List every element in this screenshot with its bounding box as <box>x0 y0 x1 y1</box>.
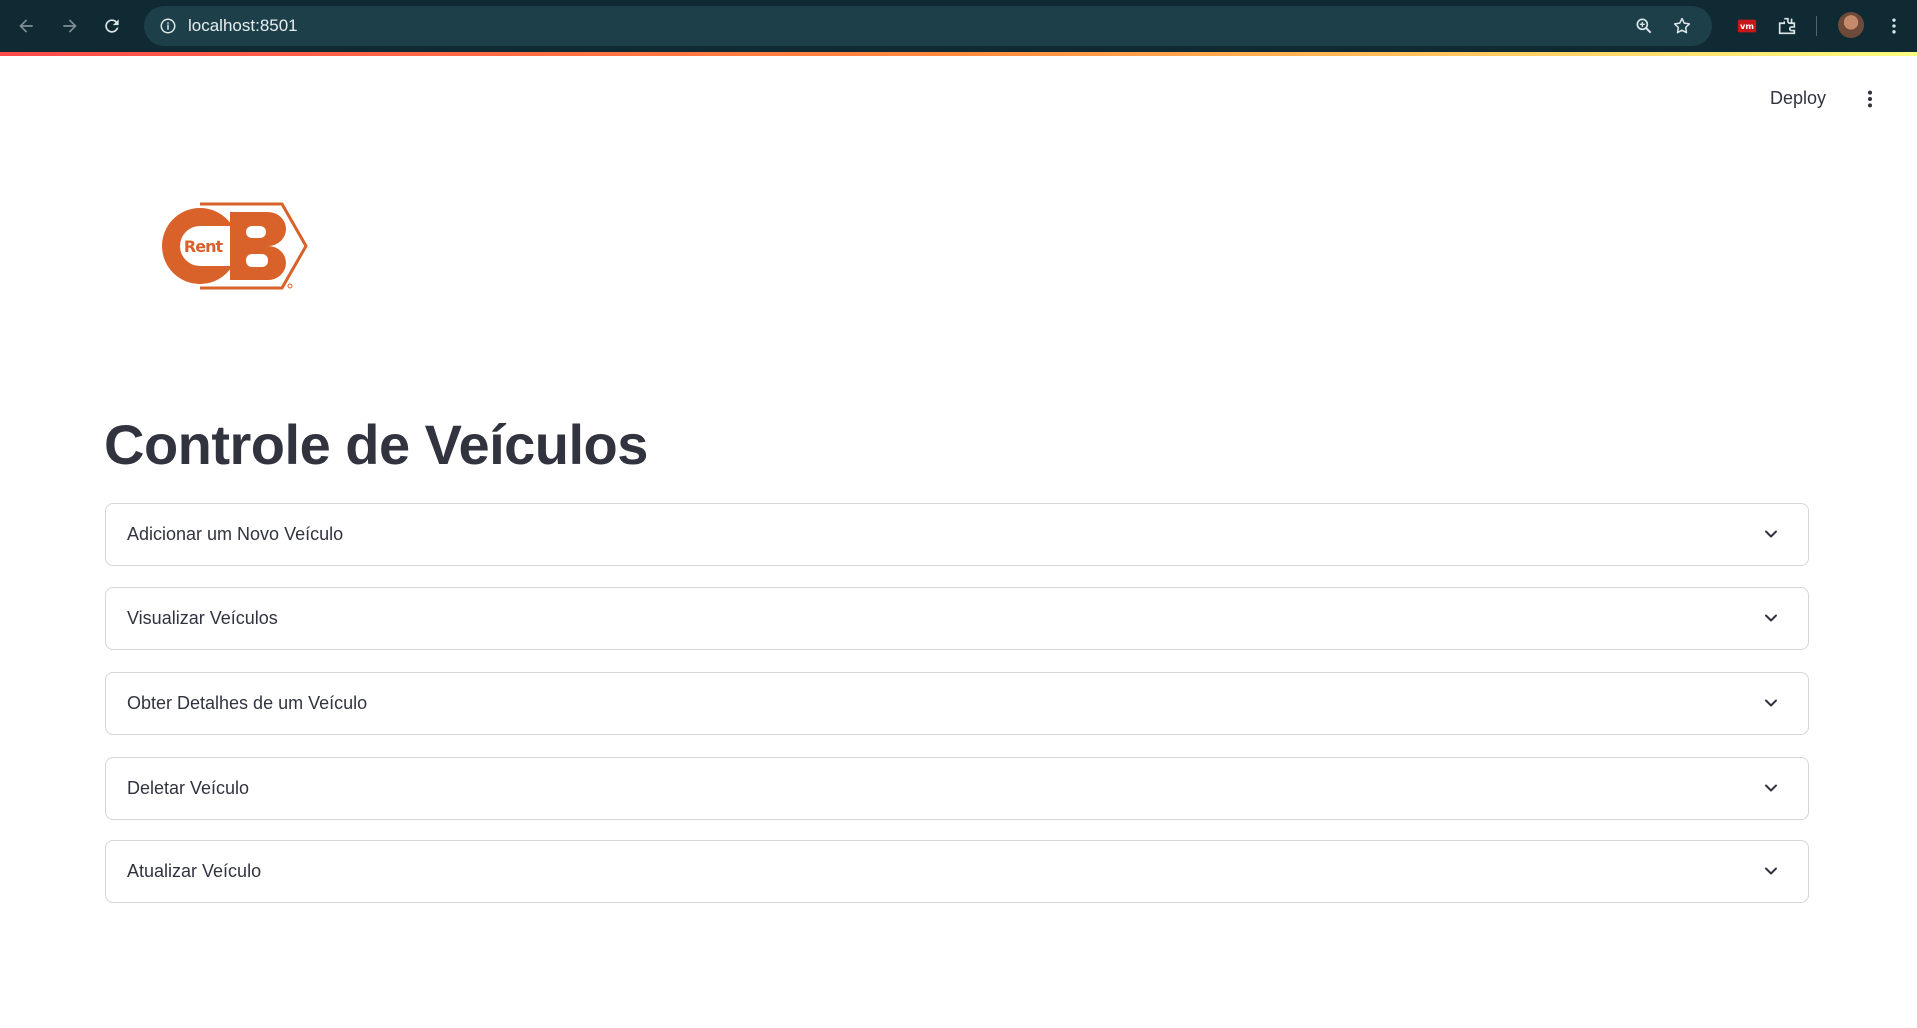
expander-add-vehicle[interactable]: Adicionar um Novo Veículo <box>105 503 1809 566</box>
toolbar-divider <box>1816 16 1817 36</box>
chevron-down-icon[interactable] <box>1760 523 1782 545</box>
chevron-down-icon[interactable] <box>1760 777 1782 799</box>
extensions-puzzle-icon[interactable] <box>1773 12 1801 40</box>
browser-toolbar: localhost:8501 vm <box>0 0 1917 52</box>
cb-rent-logo: Rent <box>162 202 308 290</box>
chevron-down-icon[interactable] <box>1760 860 1782 882</box>
kebab-menu-icon[interactable] <box>1858 86 1882 112</box>
expander-vehicle-details[interactable]: Obter Detalhes de um Veículo <box>105 672 1809 735</box>
browser-menu-icon[interactable] <box>1880 12 1908 40</box>
zoom-icon[interactable] <box>1632 14 1656 38</box>
address-bar[interactable]: localhost:8501 <box>144 6 1712 46</box>
forward-arrow-icon[interactable] <box>56 12 84 40</box>
url-text[interactable]: localhost:8501 <box>188 16 298 36</box>
expander-delete-vehicle[interactable]: Deletar Veículo <box>105 757 1809 820</box>
chevron-down-icon[interactable] <box>1760 692 1782 714</box>
expander-label: Visualizar Veículos <box>127 608 278 628</box>
page-title: Controle de Veículos <box>104 413 648 476</box>
profile-avatar[interactable] <box>1838 12 1864 38</box>
expander-update-vehicle[interactable]: Atualizar Veículo <box>105 840 1809 903</box>
extension-red-icon[interactable]: vm <box>1733 12 1761 40</box>
svg-text:vm: vm <box>1740 21 1754 31</box>
expander-label: Deletar Veículo <box>127 778 250 798</box>
expander-label: Adicionar um Novo Veículo <box>127 524 344 544</box>
back-arrow-icon[interactable] <box>12 12 40 40</box>
reload-icon[interactable] <box>98 12 126 40</box>
expander-label: Obter Detalhes de um Veículo <box>127 693 368 713</box>
deploy-button[interactable]: Deploy <box>1770 88 1826 109</box>
svg-text:Rent: Rent <box>184 237 224 256</box>
site-info-icon[interactable] <box>156 14 180 38</box>
chevron-down-icon[interactable] <box>1760 607 1782 629</box>
header-decoration-stripe <box>0 52 1917 56</box>
bookmark-star-icon[interactable] <box>1670 14 1694 38</box>
expander-view-vehicles[interactable]: Visualizar Veículos <box>105 587 1809 650</box>
expander-label: Atualizar Veículo <box>127 861 262 881</box>
